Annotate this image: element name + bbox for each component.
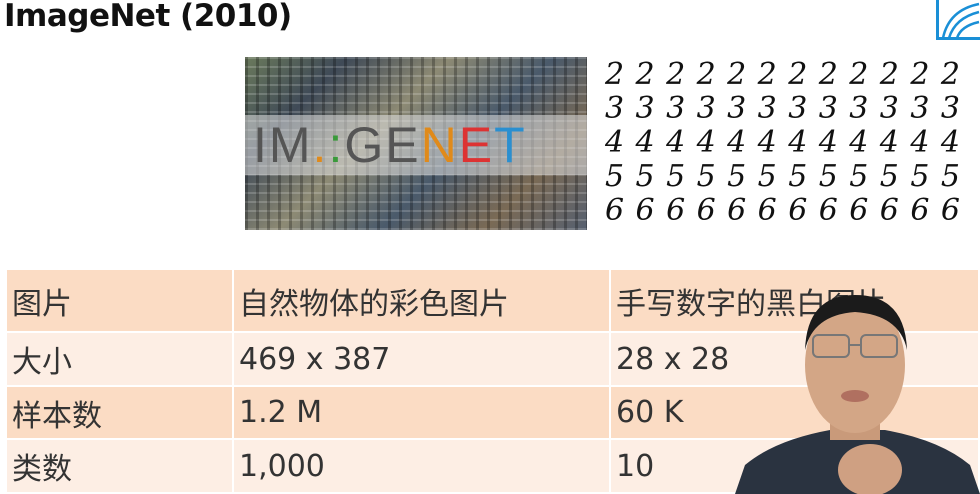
table-cell: 469 x 387	[233, 332, 611, 387]
imagenet-logo: IM.:GENET	[253, 117, 527, 173]
digit-row: 666666666666	[605, 194, 960, 228]
channel-logo-icon	[936, 0, 980, 40]
digit-glyph: 4	[757, 125, 777, 160]
digit-glyph: 4	[940, 125, 960, 160]
digit-glyph: 5	[879, 159, 899, 194]
digit-glyph: 6	[666, 193, 686, 228]
digit-glyph: 5	[910, 159, 930, 194]
digit-glyph: 2	[727, 57, 747, 92]
digit-glyph: 2	[849, 57, 869, 92]
digit-glyph: 6	[879, 193, 899, 228]
digit-glyph: 5	[940, 159, 960, 194]
digit-glyph: 6	[788, 193, 808, 228]
digit-glyph: 4	[696, 125, 716, 160]
digit-glyph: 3	[757, 91, 777, 126]
digit-glyph: 5	[727, 159, 747, 194]
digit-glyph: 5	[818, 159, 838, 194]
digit-glyph: 4	[818, 125, 838, 160]
digit-glyph: 2	[696, 57, 716, 92]
digit-glyph: 2	[788, 57, 808, 92]
digit-glyph: 6	[727, 193, 747, 228]
digit-glyph: 2	[757, 57, 777, 92]
digit-row: 222222222222	[605, 58, 960, 92]
table-cell: 大小	[7, 332, 234, 387]
digit-glyph: 2	[940, 57, 960, 92]
digit-glyph: 6	[635, 193, 655, 228]
table-cell: 图片	[7, 270, 234, 333]
digit-glyph: 5	[788, 159, 808, 194]
digit-glyph: 5	[849, 159, 869, 194]
digit-glyph: 6	[757, 193, 777, 228]
digit-glyph: 2	[635, 57, 655, 92]
digit-glyph: 3	[940, 91, 960, 126]
digit-glyph: 2	[879, 57, 899, 92]
digit-glyph: 4	[910, 125, 930, 160]
digit-glyph: 6	[818, 193, 838, 228]
digit-glyph: 5	[696, 159, 716, 194]
digit-glyph: 3	[696, 91, 716, 126]
table-cell: 类数	[7, 439, 234, 494]
digit-glyph: 5	[757, 159, 777, 194]
digit-glyph: 4	[849, 125, 869, 160]
digit-glyph: 3	[666, 91, 686, 126]
digit-glyph: 4	[605, 125, 625, 160]
digit-glyph: 4	[666, 125, 686, 160]
digit-row: 444444444444	[605, 126, 960, 160]
digit-row: 555555555555	[605, 160, 960, 194]
table-cell: 1,000	[233, 439, 611, 494]
digit-glyph: 4	[727, 125, 747, 160]
digit-glyph: 4	[635, 125, 655, 160]
digit-glyph: 6	[696, 193, 716, 228]
digit-glyph: 2	[605, 57, 625, 92]
digit-glyph: 6	[605, 193, 625, 228]
digit-glyph: 5	[635, 159, 655, 194]
digit-glyph: 4	[879, 125, 899, 160]
digit-glyph: 6	[940, 193, 960, 228]
digit-glyph: 3	[818, 91, 838, 126]
table-cell: 1.2 M	[233, 386, 611, 440]
digit-glyph: 2	[910, 57, 930, 92]
digit-row: 333333333333	[605, 92, 960, 126]
digit-glyph: 3	[788, 91, 808, 126]
digit-glyph: 3	[727, 91, 747, 126]
digit-glyph: 3	[910, 91, 930, 126]
digit-glyph: 2	[818, 57, 838, 92]
table-cell: 自然物体的彩色图片	[233, 270, 611, 333]
digit-glyph: 6	[849, 193, 869, 228]
digit-glyph: 6	[910, 193, 930, 228]
digit-glyph: 4	[788, 125, 808, 160]
digit-glyph: 5	[666, 159, 686, 194]
digit-glyph: 3	[635, 91, 655, 126]
digit-glyph: 5	[605, 159, 625, 194]
imagenet-mosaic-image: IM.:GENET	[245, 57, 587, 230]
table-cell: 样本数	[7, 386, 234, 440]
digit-glyph: 3	[879, 91, 899, 126]
presenter-video-overlay	[735, 295, 980, 494]
digit-glyph: 3	[849, 91, 869, 126]
digit-glyph: 3	[605, 91, 625, 126]
slide-title: ImageNet (2010)	[4, 0, 292, 34]
digit-glyph: 2	[666, 57, 686, 92]
mnist-digits-image: 222222222222 333333333333 444444444444 5…	[605, 58, 960, 228]
